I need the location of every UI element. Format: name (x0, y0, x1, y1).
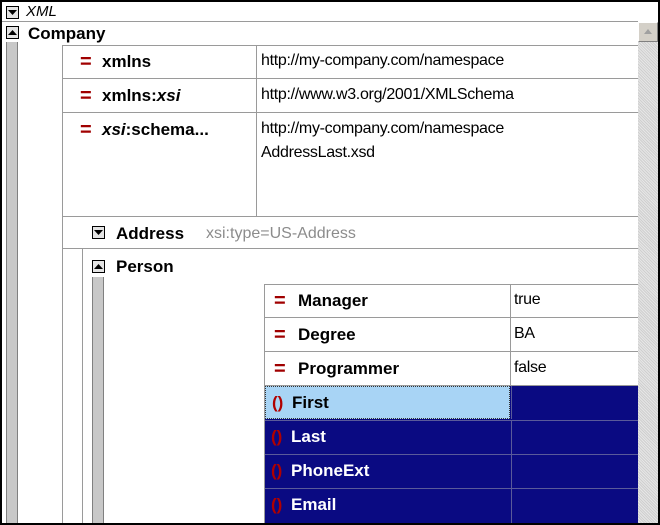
child-element-row[interactable]: () First (265, 386, 638, 420)
attribute-value: http://www.w3.org/2001/XMLSchema (261, 86, 514, 103)
attribute-icon: = (274, 290, 286, 312)
attribute-name: Programmer (298, 359, 400, 378)
element-icon: () (271, 427, 283, 446)
attribute-name: xmlns (102, 52, 152, 71)
attribute-value: http://my-company.com/namespace (261, 120, 504, 137)
attribute-value-cell[interactable]: BA (510, 318, 638, 351)
child-element-name: Email (291, 495, 337, 514)
attribute-icon: = (274, 358, 286, 380)
expand-toggle-icon[interactable] (6, 26, 19, 39)
child-value-cell[interactable] (511, 455, 638, 488)
attribute-icon: = (80, 85, 92, 107)
attribute-value-cell[interactable]: false (510, 352, 638, 385)
xml-title: XML (26, 3, 57, 20)
collapse-toggle-icon[interactable] (6, 6, 19, 19)
attribute-value-line2: AddressLast.xsd (261, 144, 375, 161)
xml-grid-view: XML Company = xmlns http://my-company.co… (0, 0, 660, 525)
attribute-value-cell[interactable]: true (510, 284, 638, 317)
attribute-value: http://my-company.com/namespace (261, 52, 504, 69)
element-icon: () (271, 495, 283, 514)
attribute-row[interactable]: = xmlns:xsi http://www.w3.org/2001/XMLSc… (62, 79, 638, 113)
attribute-icon: = (80, 119, 92, 141)
address-type: xsi:type=US-Address (206, 225, 356, 242)
attribute-value-cell[interactable]: http://my-company.com/namespace (256, 45, 638, 78)
child-element-row[interactable]: () Last (265, 420, 638, 454)
scroll-up-button[interactable] (638, 22, 658, 42)
company-rail[interactable] (6, 42, 18, 523)
person-rail[interactable] (92, 277, 104, 523)
element-address: Address (116, 224, 185, 243)
attribute-value: false (514, 359, 547, 376)
attribute-icon: = (274, 324, 286, 346)
element-icon: () (272, 393, 284, 412)
attribute-name: xsi:schema... (102, 120, 209, 139)
attribute-row[interactable]: = Manager true (264, 284, 638, 318)
child-value-cell[interactable] (511, 421, 638, 454)
xml-header-row: XML (2, 2, 638, 22)
child-element-name: First (292, 393, 329, 412)
child-element-row[interactable]: () PhoneExt (265, 454, 638, 488)
attribute-row[interactable]: = xmlns http://my-company.com/namespace (62, 45, 638, 79)
child-element-name: Last (291, 427, 326, 446)
attribute-name: xmlns:xsi (102, 86, 181, 105)
attribute-value-cell[interactable]: http://www.w3.org/2001/XMLSchema (256, 79, 638, 112)
element-icon: () (271, 461, 283, 480)
child-element-row[interactable]: () Email (265, 488, 638, 523)
expand-toggle-icon[interactable] (92, 260, 105, 273)
child-name-cell[interactable]: () First (265, 386, 510, 419)
vertical-scrollbar[interactable] (638, 22, 658, 523)
attribute-value-cell[interactable]: http://my-company.com/namespace AddressL… (256, 113, 638, 216)
child-value-cell[interactable] (511, 489, 638, 523)
attribute-value: true (514, 291, 541, 308)
attribute-name: Degree (298, 325, 356, 344)
element-company[interactable]: Company (28, 24, 105, 44)
attribute-value: BA (514, 325, 535, 342)
attribute-name: Manager (298, 291, 368, 310)
element-person[interactable]: Person (116, 257, 174, 277)
child-value-cell[interactable] (511, 386, 638, 419)
attribute-row[interactable]: = xsi:schema... http://my-company.com/na… (62, 113, 638, 217)
element-address-row[interactable]: Address xsi:type=US-Address (62, 217, 638, 249)
attribute-row[interactable]: = Programmer false (264, 352, 638, 386)
scroll-up-arrow-icon (644, 29, 652, 34)
attribute-row[interactable]: = Degree BA (264, 318, 638, 352)
collapse-toggle-icon[interactable] (92, 226, 105, 239)
child-element-name: PhoneExt (291, 461, 370, 480)
attribute-icon: = (80, 51, 92, 73)
